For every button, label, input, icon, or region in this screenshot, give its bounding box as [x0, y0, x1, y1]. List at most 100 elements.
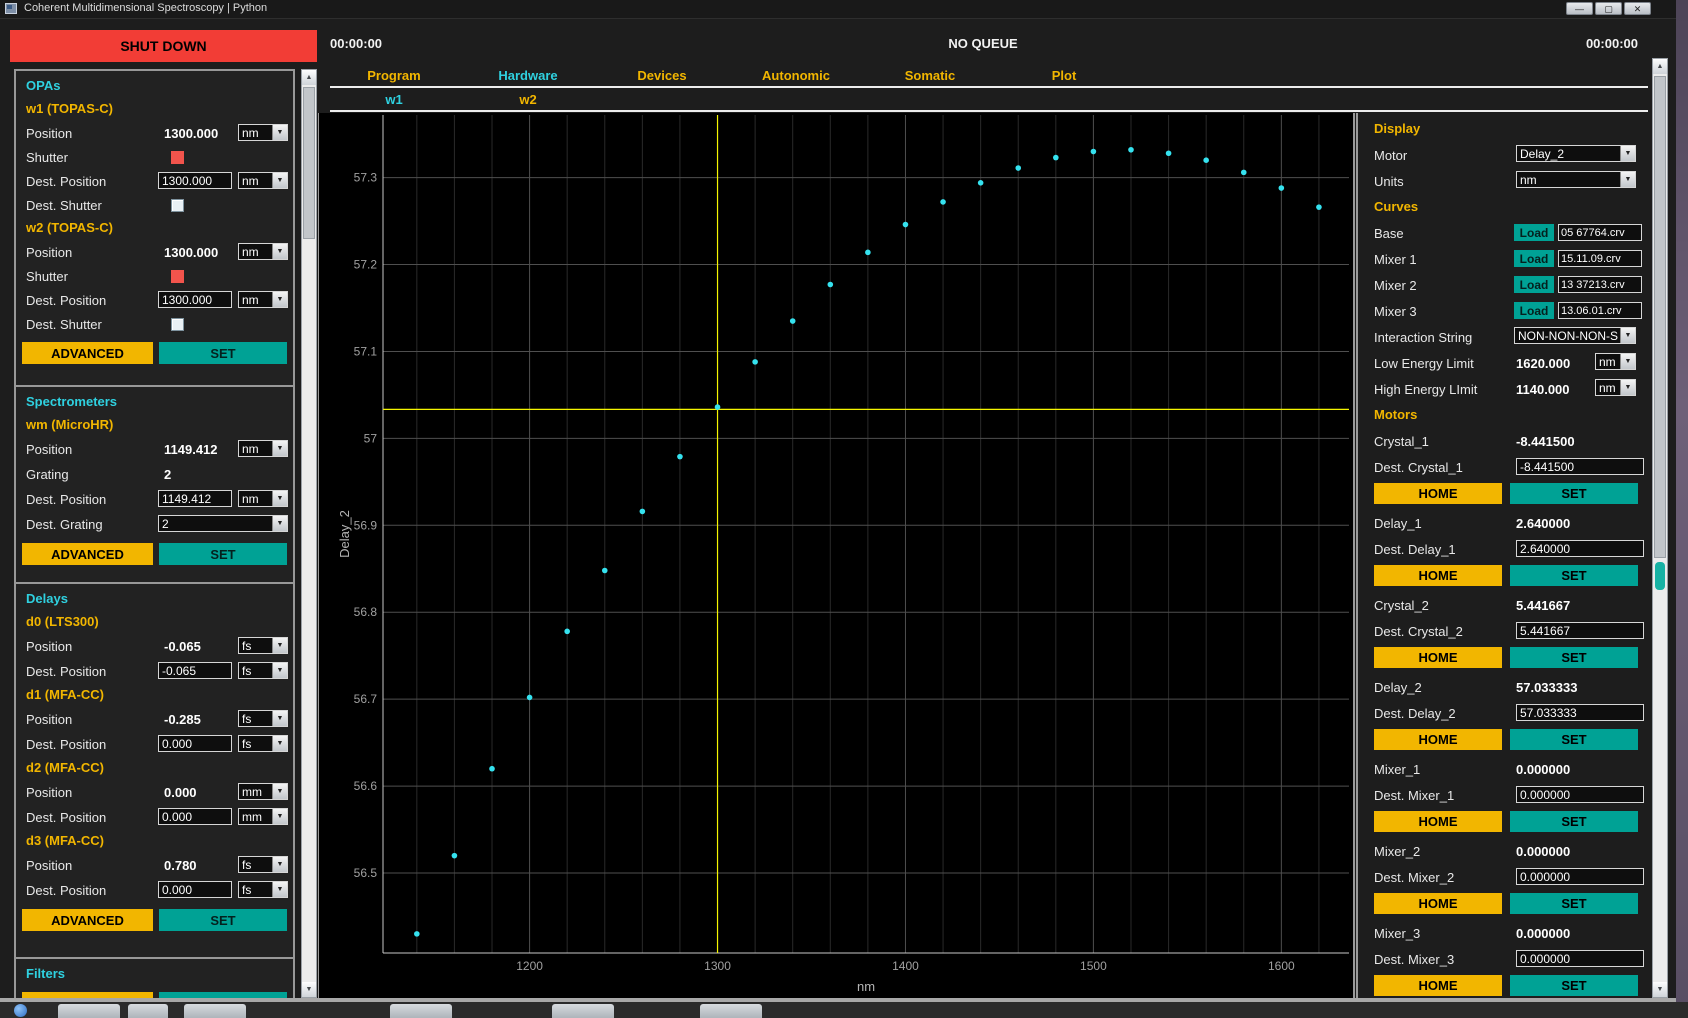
- unit-combo[interactable]: fs▼: [238, 710, 288, 727]
- unit-combo[interactable]: nm▼: [238, 440, 288, 457]
- taskbar-window-icon[interactable]: [390, 1004, 452, 1018]
- minimize-button[interactable]: —: [1566, 2, 1593, 15]
- curve-file-input[interactable]: 05 67764.crv: [1558, 224, 1642, 241]
- scatter-plot-canvas[interactable]: 56.556.656.756.856.95757.157.257.3120013…: [319, 113, 1353, 1000]
- advanced-button[interactable]: ADVANCED: [22, 543, 153, 565]
- set-button[interactable]: SET: [1510, 647, 1638, 668]
- data-point: [414, 931, 420, 937]
- field-row: Position1149.412nm▼: [16, 437, 293, 462]
- home-button[interactable]: HOME: [1374, 975, 1502, 996]
- dest-shutter-checkbox[interactable]: [171, 318, 184, 331]
- unit-combo[interactable]: nm▼: [238, 124, 288, 141]
- motor-dest-input[interactable]: 0.000000: [1516, 786, 1644, 803]
- grating-combo[interactable]: 2▼: [158, 515, 288, 532]
- load-button[interactable]: Load: [1514, 302, 1554, 319]
- set-button[interactable]: SET: [1510, 975, 1638, 996]
- tab-hardware[interactable]: Hardware: [473, 68, 583, 83]
- sidebar-scrollbar-thumb[interactable]: [303, 87, 315, 239]
- home-button[interactable]: HOME: [1374, 893, 1502, 914]
- field-input[interactable]: 0.000: [158, 881, 232, 898]
- scroll-up-icon[interactable]: ▲: [1653, 59, 1667, 74]
- set-button[interactable]: SET: [159, 342, 287, 364]
- unit-combo[interactable]: nm▼: [1595, 353, 1636, 370]
- taskbar-window-icon[interactable]: [184, 1004, 246, 1018]
- curve-file-input[interactable]: 15.11.09.crv: [1558, 250, 1642, 267]
- tab-program[interactable]: Program: [339, 68, 449, 83]
- motor-dest-input[interactable]: 5.441667: [1516, 622, 1644, 639]
- sidebar-scrollbar[interactable]: ▲ ▼: [301, 69, 317, 998]
- set-button[interactable]: SET: [159, 909, 287, 931]
- unit-combo[interactable]: nm▼: [238, 172, 288, 189]
- taskbar-browser-icon[interactable]: [14, 1004, 27, 1017]
- scroll-down-icon[interactable]: ▼: [1653, 982, 1667, 997]
- advanced-button[interactable]: ADVANCED: [22, 342, 153, 364]
- curve-file-input[interactable]: 13.06.01.crv: [1558, 302, 1642, 319]
- unit-combo[interactable]: fs▼: [238, 735, 288, 752]
- advanced-button[interactable]: ADVANCED: [22, 909, 153, 931]
- field-input[interactable]: 0.000: [158, 735, 232, 752]
- motor-dest-input[interactable]: 57.033333: [1516, 704, 1644, 721]
- field-input[interactable]: 1149.412: [158, 490, 232, 507]
- taskbar-window-icon[interactable]: [700, 1004, 762, 1018]
- subtab-w2[interactable]: w2: [473, 92, 583, 107]
- curve-file-input[interactable]: 13 37213.crv: [1558, 276, 1642, 293]
- set-button[interactable]: SET: [1510, 565, 1638, 586]
- delay-curve-plot[interactable]: 56.556.656.756.856.95757.157.257.3120013…: [318, 113, 1355, 1000]
- set-button[interactable]: SET: [1510, 729, 1638, 750]
- right-scrollbar[interactable]: ▲ ▼: [1652, 58, 1668, 998]
- taskbar-window-icon[interactable]: [128, 1004, 168, 1018]
- taskbar-window-icon[interactable]: [58, 1004, 120, 1018]
- tab-autonomic[interactable]: Autonomic: [741, 68, 851, 83]
- motor-dest-input[interactable]: 2.640000: [1516, 540, 1644, 557]
- set-button[interactable]: SET: [1510, 483, 1638, 504]
- field-input[interactable]: 1300.000: [158, 291, 232, 308]
- dest-shutter-checkbox[interactable]: [171, 199, 184, 212]
- set-button[interactable]: SET: [1510, 893, 1638, 914]
- shutdown-button[interactable]: SHUT DOWN: [10, 30, 317, 62]
- scroll-position-marker[interactable]: [1655, 562, 1665, 590]
- motor-dest-input[interactable]: 0.000000: [1516, 950, 1644, 967]
- maximize-button[interactable]: ▢: [1595, 2, 1622, 15]
- motor-dest-input[interactable]: 0.000000: [1516, 868, 1644, 885]
- shutter-indicator[interactable]: [171, 151, 184, 164]
- unit-combo[interactable]: nm▼: [238, 490, 288, 507]
- close-button[interactable]: ✕: [1624, 2, 1651, 15]
- motor-dest-input[interactable]: -8.441500: [1516, 458, 1644, 475]
- home-button[interactable]: HOME: [1374, 565, 1502, 586]
- display-combo[interactable]: Delay_2▼: [1516, 145, 1636, 162]
- taskbar-window-icon[interactable]: [552, 1004, 614, 1018]
- unit-combo[interactable]: fs▼: [238, 637, 288, 654]
- section-title: Filters: [16, 963, 293, 986]
- unit-combo[interactable]: fs▼: [238, 856, 288, 873]
- right-scrollbar-thumb[interactable]: [1654, 76, 1666, 558]
- unit-combo[interactable]: nm▼: [238, 243, 288, 260]
- tab-somatic[interactable]: Somatic: [875, 68, 985, 83]
- set-button[interactable]: SET: [159, 543, 287, 565]
- interaction-combo[interactable]: NON-NON-NON-S▼: [1514, 327, 1636, 344]
- shutter-indicator[interactable]: [171, 270, 184, 283]
- unit-combo[interactable]: mm▼: [238, 783, 288, 800]
- scroll-down-icon[interactable]: ▼: [302, 982, 316, 997]
- field-input[interactable]: 1300.000: [158, 172, 232, 189]
- set-button[interactable]: SET: [1510, 811, 1638, 832]
- home-button[interactable]: HOME: [1374, 729, 1502, 750]
- home-button[interactable]: HOME: [1374, 483, 1502, 504]
- unit-combo[interactable]: fs▼: [238, 881, 288, 898]
- load-button[interactable]: Load: [1514, 224, 1554, 241]
- home-button[interactable]: HOME: [1374, 811, 1502, 832]
- unit-combo[interactable]: nm▼: [238, 291, 288, 308]
- field-input[interactable]: 0.000: [158, 808, 232, 825]
- subtab-w1[interactable]: w1: [339, 92, 449, 107]
- unit-combo[interactable]: fs▼: [238, 662, 288, 679]
- tab-plot[interactable]: Plot: [1009, 68, 1119, 83]
- unit-combo[interactable]: nm▼: [1595, 379, 1636, 396]
- unit-combo[interactable]: mm▼: [238, 808, 288, 825]
- tab-devices[interactable]: Devices: [607, 68, 717, 83]
- scroll-up-icon[interactable]: ▲: [302, 70, 316, 85]
- field-input[interactable]: -0.065: [158, 662, 232, 679]
- home-button[interactable]: HOME: [1374, 647, 1502, 668]
- display-combo[interactable]: nm▼: [1516, 171, 1636, 188]
- load-button[interactable]: Load: [1514, 250, 1554, 267]
- combo-value: nm: [239, 491, 272, 506]
- load-button[interactable]: Load: [1514, 276, 1554, 293]
